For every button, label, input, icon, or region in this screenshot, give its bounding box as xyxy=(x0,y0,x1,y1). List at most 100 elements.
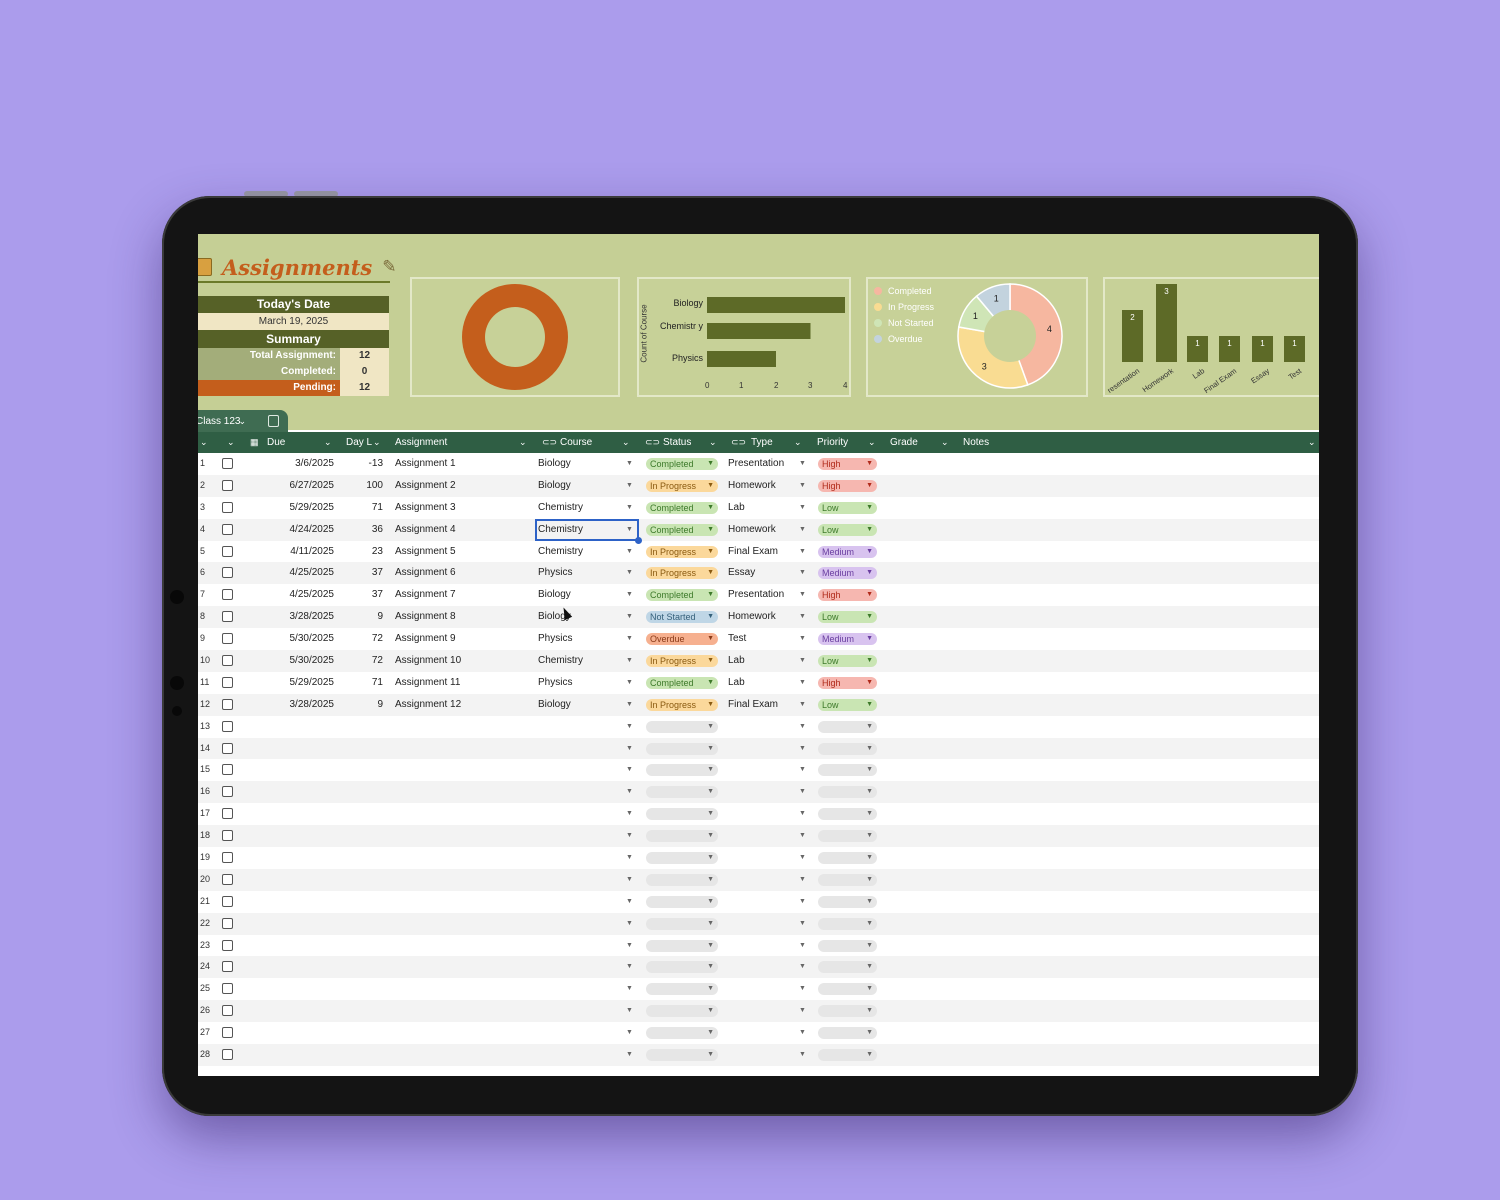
course-dropdown-icon[interactable]: ▼ xyxy=(626,672,633,694)
days-left-cell[interactable]: 72 xyxy=(338,650,383,672)
dropdown-arrow-icon[interactable]: ▼ xyxy=(707,918,714,930)
type-dropdown-icon[interactable]: ▼ xyxy=(799,541,806,563)
days-left-cell[interactable]: -13 xyxy=(338,453,383,475)
type-dropdown-icon[interactable]: ▼ xyxy=(799,738,806,760)
priority-chip-empty[interactable]: ▼ xyxy=(818,961,877,974)
assignment-cell[interactable]: Assignment 1 xyxy=(395,453,456,475)
status-chip[interactable]: Completed ▼ xyxy=(646,523,718,536)
done-checkbox[interactable] xyxy=(222,852,233,864)
dropdown-arrow-icon[interactable]: ▼ xyxy=(707,830,714,842)
status-chip-empty[interactable]: ▼ xyxy=(646,1027,718,1040)
done-checkbox[interactable] xyxy=(222,479,233,491)
table-row[interactable]: 2 6/27/2025 100 Assignment 2 Biology In Progr… xyxy=(198,474,1319,497)
due-date-cell[interactable]: 5/29/2025 xyxy=(258,672,335,694)
status-chip-empty[interactable]: ▼ xyxy=(646,830,718,843)
header-days-left[interactable]: Day L xyxy=(346,432,372,453)
type-dropdown-icon[interactable]: ▼ xyxy=(799,497,806,519)
due-date-cell[interactable]: 5/30/2025 xyxy=(258,650,335,672)
chevron-down-icon[interactable]: ⌄ xyxy=(868,432,876,453)
dropdown-arrow-icon[interactable]: ▼ xyxy=(707,786,714,798)
priority-chip-empty[interactable]: ▼ xyxy=(818,786,877,799)
priority-chip-empty[interactable]: ▼ xyxy=(818,830,877,843)
table-row[interactable]: 27 ▼ ▼ ▼ ▼ xyxy=(198,1022,1319,1044)
dropdown-arrow-icon[interactable]: ▼ xyxy=(866,524,873,536)
table-row[interactable]: 25 ▼ ▼ ▼ ▼ xyxy=(198,978,1319,1000)
chevron-down-icon[interactable]: ⌄ xyxy=(1308,432,1316,453)
priority-chip[interactable]: Low ▼ xyxy=(818,501,877,514)
table-row[interactable]: 11 5/29/2025 71 Assignment 11 Physics Complet… xyxy=(198,672,1319,694)
dropdown-arrow-icon[interactable]: ▼ xyxy=(707,480,714,492)
assignment-cell[interactable]: Assignment 3 xyxy=(395,497,456,519)
course-dropdown-icon[interactable]: ▼ xyxy=(626,847,633,869)
dropdown-arrow-icon[interactable]: ▼ xyxy=(866,743,873,755)
table-row[interactable]: 5 4/11/2025 23 Assignment 5 Chemistry In Prog… xyxy=(198,541,1319,563)
course-cell[interactable]: Chemistry xyxy=(538,497,583,519)
table-row[interactable]: 13 ▼ ▼ ▼ ▼ xyxy=(198,716,1319,738)
table-row[interactable]: 24 ▼ ▼ ▼ ▼ xyxy=(198,956,1319,979)
course-dropdown-icon[interactable]: ▼ xyxy=(626,1000,633,1022)
dropdown-arrow-icon[interactable]: ▼ xyxy=(866,699,873,711)
priority-chip-empty[interactable]: ▼ xyxy=(818,917,877,930)
header-grade[interactable]: Grade xyxy=(890,432,918,453)
status-donut-chart[interactable]: Completed In Progress Not Started Overdu… xyxy=(866,277,1088,397)
assignment-cell[interactable]: Assignment 6 xyxy=(395,562,456,584)
table-row[interactable]: 28 ▼ ▼ ▼ ▼ xyxy=(198,1044,1319,1066)
assignment-cell[interactable]: Assignment 5 xyxy=(395,541,456,563)
course-dropdown-icon[interactable]: ▼ xyxy=(626,1022,633,1044)
done-checkbox[interactable] xyxy=(222,545,233,557)
status-chip[interactable]: Completed ▼ xyxy=(646,589,718,602)
type-dropdown-icon[interactable]: ▼ xyxy=(799,453,806,475)
table-row[interactable]: 12 3/28/2025 9 Assignment 12 Biology In Progr… xyxy=(198,693,1319,716)
dropdown-arrow-icon[interactable]: ▼ xyxy=(707,524,714,536)
dropdown-arrow-icon[interactable]: ▼ xyxy=(707,589,714,601)
status-chip-empty[interactable]: ▼ xyxy=(646,808,718,821)
dropdown-arrow-icon[interactable]: ▼ xyxy=(707,1005,714,1017)
status-chip-empty[interactable]: ▼ xyxy=(646,742,718,755)
priority-chip[interactable]: Medium ▼ xyxy=(818,545,877,558)
done-checkbox[interactable] xyxy=(222,895,233,907)
course-cell[interactable]: Biology xyxy=(538,475,571,497)
table-row[interactable]: 17 ▼ ▼ ▼ ▼ xyxy=(198,803,1319,825)
dropdown-arrow-icon[interactable]: ▼ xyxy=(866,655,873,667)
done-checkbox[interactable] xyxy=(222,939,233,951)
course-dropdown-icon[interactable]: ▼ xyxy=(626,781,633,803)
course-dropdown-icon[interactable]: ▼ xyxy=(626,694,633,716)
priority-chip-empty[interactable]: ▼ xyxy=(818,1049,877,1062)
course-dropdown-icon[interactable]: ▼ xyxy=(626,541,633,563)
course-dropdown-icon[interactable]: ▼ xyxy=(626,716,633,738)
dropdown-arrow-icon[interactable]: ▼ xyxy=(707,983,714,995)
due-date-cell[interactable]: 5/30/2025 xyxy=(258,628,335,650)
course-dropdown-icon[interactable]: ▼ xyxy=(626,869,633,891)
table-row[interactable]: 16 ▼ ▼ ▼ ▼ xyxy=(198,781,1319,804)
course-dropdown-icon[interactable]: ▼ xyxy=(626,956,633,978)
done-checkbox[interactable] xyxy=(222,458,233,469)
dropdown-arrow-icon[interactable]: ▼ xyxy=(707,743,714,755)
course-dropdown-icon[interactable]: ▼ xyxy=(626,628,633,650)
assignment-cell[interactable]: Assignment 10 xyxy=(395,650,461,672)
type-dropdown-icon[interactable]: ▼ xyxy=(799,628,806,650)
type-dropdown-icon[interactable]: ▼ xyxy=(799,781,806,803)
status-chip[interactable]: Completed ▼ xyxy=(646,458,718,470)
table-row[interactable]: 4 4/24/2025 36 Assignment 4 Chemistry Complet… xyxy=(198,518,1319,544)
table-row[interactable]: 18 ▼ ▼ ▼ ▼ xyxy=(198,825,1319,848)
course-dropdown-icon[interactable]: ▼ xyxy=(626,562,633,584)
table-row[interactable]: 21 ▼ ▼ ▼ ▼ xyxy=(198,891,1319,913)
course-dropdown-icon[interactable]: ▼ xyxy=(626,497,633,519)
table-row[interactable]: 7 4/25/2025 37 Assignment 7 Biology Completed… xyxy=(198,584,1319,606)
due-date-cell[interactable]: 3/6/2025 xyxy=(258,453,334,475)
assignment-cell[interactable]: Assignment 2 xyxy=(395,475,456,497)
priority-chip[interactable]: Low ▼ xyxy=(818,523,877,536)
status-chip[interactable]: In Progress ▼ xyxy=(646,698,718,711)
dropdown-arrow-icon[interactable]: ▼ xyxy=(707,764,714,776)
chevron-down-icon[interactable]: ⌄ xyxy=(519,432,527,453)
status-chip[interactable]: In Progress ▼ xyxy=(646,567,718,580)
status-chip[interactable]: In Progress ▼ xyxy=(646,479,718,492)
dropdown-arrow-icon[interactable]: ▼ xyxy=(866,589,873,601)
days-left-cell[interactable]: 37 xyxy=(338,562,383,584)
table-row[interactable]: 20 ▼ ▼ ▼ ▼ xyxy=(198,868,1319,891)
sheet-menu-icon[interactable] xyxy=(268,415,279,427)
status-chip[interactable]: Overdue ▼ xyxy=(646,633,718,646)
type-bar-chart[interactable]: 2 resentation 3 Homework 1 Lab 1 Final Exam 1 Ess… xyxy=(1103,277,1319,397)
priority-chip-empty[interactable]: ▼ xyxy=(818,873,877,886)
course-dropdown-icon[interactable]: ▼ xyxy=(626,759,633,781)
